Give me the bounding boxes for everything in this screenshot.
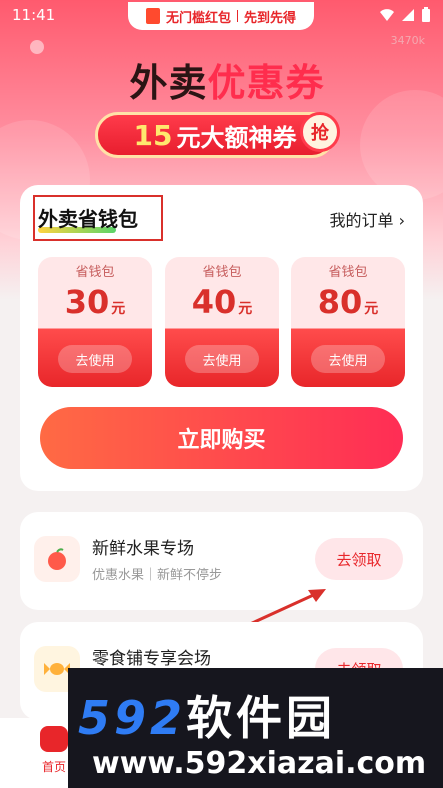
hero-title: 外卖优惠券 — [92, 52, 362, 107]
hero-sub-text: 元大额神券 — [176, 123, 297, 152]
promo-pill[interactable]: 无门槛红包 先到先得 — [128, 2, 314, 30]
coupon-80: 省钱包 80 元 去使用 — [291, 257, 405, 387]
use-button[interactable]: 去使用 — [185, 345, 259, 373]
hero-title-b: 优惠券 — [207, 61, 325, 105]
watermark-url: www.592xiazai.com — [92, 746, 427, 781]
coupon-head: 省钱包 — [202, 265, 242, 280]
coupon-30: 省钱包 30 元 去使用 — [38, 257, 152, 387]
annotation-arrow-icon — [249, 589, 326, 626]
battery-icon — [422, 7, 430, 22]
coupon-head: 省钱包 — [328, 265, 368, 280]
card-title: 外卖省钱包 — [38, 207, 138, 231]
redpacket-icon — [145, 8, 160, 24]
promo-right-label: 先到先得 — [244, 10, 297, 26]
decor-dot — [30, 40, 44, 54]
coupon-amount: 30 元 — [64, 283, 126, 321]
grab-badge[interactable]: 抢 — [300, 112, 340, 152]
wifi-icon — [380, 9, 394, 21]
coupon-amount: 40 元 — [191, 283, 253, 321]
watermark-overlay: 592软件园 www.592xiazai.com — [68, 668, 443, 788]
hero-sub-number: 15 — [133, 118, 173, 152]
use-button[interactable]: 去使用 — [311, 345, 385, 373]
use-button[interactable]: 去使用 — [58, 345, 132, 373]
hero-title-a: 外卖 — [129, 61, 208, 105]
venue-subtitle: 优惠水果｜新鲜不停步 — [92, 568, 223, 583]
coupon-40: 省钱包 40 元 去使用 — [165, 257, 279, 387]
coupon-head: 省钱包 — [75, 265, 115, 280]
watermark-logo: 592软件园 — [78, 691, 337, 745]
apple-icon — [34, 536, 80, 582]
promo-left-label: 无门槛红包 — [165, 10, 231, 26]
my-orders-link[interactable]: 我的订单 › — [330, 207, 406, 231]
savings-pack-card: 外卖省钱包 我的订单 › 省钱包 30 元 去使用 省钱包 40 元 去使用 省钱包… — [20, 185, 423, 491]
hero-subtitle: 15 元大额神券 — [95, 112, 335, 158]
home-icon — [40, 726, 68, 752]
promo-divider — [237, 10, 238, 22]
claim-button[interactable]: 去领取 — [315, 538, 403, 580]
system-icons — [379, 7, 431, 23]
venue-title: 新鲜水果专场 — [92, 539, 194, 559]
status-time: 11:41 — [12, 6, 56, 24]
coupon-amount: 80 元 — [317, 283, 379, 321]
buy-now-button[interactable]: 立即购买 — [40, 407, 403, 469]
view-counter: 3470k — [390, 34, 425, 47]
decor-circle — [360, 90, 443, 200]
signal-icon — [402, 9, 414, 21]
venue-fruit[interactable]: 新鲜水果专场 优惠水果｜新鲜不停步 去领取 — [20, 512, 423, 610]
venue-title: 零食铺专享会场 — [92, 649, 211, 669]
